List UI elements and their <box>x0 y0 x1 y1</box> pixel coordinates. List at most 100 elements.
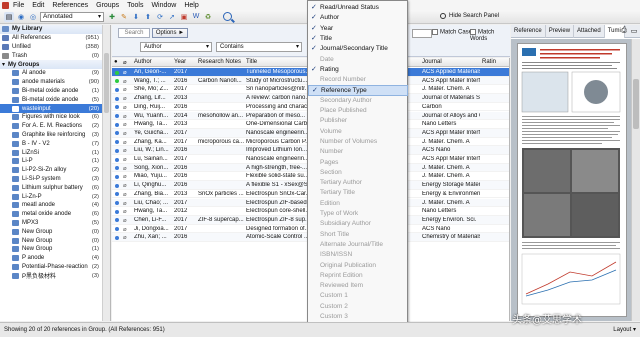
attachment-icon[interactable]: ⌀ <box>123 121 128 127</box>
attachment-icon[interactable]: ⌀ <box>123 173 128 179</box>
read-status-dot-icon[interactable] <box>115 218 119 223</box>
online-search-icon[interactable]: ◉ <box>16 12 26 22</box>
attachment-icon[interactable]: ⌀ <box>123 200 128 206</box>
library-item-all[interactable]: All References (951) <box>0 34 110 43</box>
read-status-dot-icon[interactable] <box>115 192 119 197</box>
column-option[interactable]: Section <box>308 168 408 178</box>
group-item[interactable]: P anode (4) <box>0 254 110 263</box>
attachment-icon[interactable]: ⌀ <box>123 165 128 171</box>
match-case-option[interactable]: Match Case <box>432 29 472 36</box>
attachment-icon[interactable]: ⌀ <box>123 104 128 110</box>
attachment-icon[interactable]: ⌀ <box>123 147 128 153</box>
group-item[interactable]: MPX3 (5) <box>0 219 110 228</box>
options-button[interactable]: Options ► <box>152 28 188 38</box>
column-option[interactable]: Number <box>308 147 408 157</box>
tab-reference[interactable]: Reference <box>511 25 546 38</box>
group-item[interactable]: New Group (1) <box>0 245 110 254</box>
column-author[interactable]: Author <box>134 59 152 65</box>
library-scrollbar[interactable] <box>102 25 110 321</box>
column-option[interactable]: Secondary Author <box>308 96 408 106</box>
column-option[interactable]: Place Published <box>308 106 408 116</box>
export-icon[interactable]: ⬆ <box>143 12 153 22</box>
attachment-icon[interactable]: ⌀ <box>123 78 128 84</box>
column-option[interactable]: Custom 3 <box>308 312 408 322</box>
column-option[interactable]: Reprint Edition <box>308 271 408 281</box>
read-status-dot-icon[interactable] <box>115 148 119 153</box>
read-status-column-icon[interactable]: ● <box>114 59 118 65</box>
library-item-unfiled[interactable]: Unfiled (358) <box>0 43 110 52</box>
read-status-dot-icon[interactable] <box>115 209 119 214</box>
menu-groups[interactable]: Groups <box>96 2 119 9</box>
attachment-icon[interactable]: ⌀ <box>123 139 128 145</box>
group-item[interactable]: Al anode (9) <box>0 69 110 78</box>
open-pdf-icon[interactable]: ▣ <box>179 12 189 22</box>
share-icon[interactable]: ♻ <box>203 12 213 22</box>
attachment-icon[interactable]: ⌀ <box>123 182 128 188</box>
search-button[interactable]: Search <box>118 28 150 38</box>
column-journal[interactable]: Journal <box>422 59 442 65</box>
local-library-icon[interactable]: ▤ <box>4 11 14 22</box>
column-option[interactable]: Custom 2 <box>308 302 408 312</box>
attachment-icon[interactable]: ⌀ <box>123 191 128 197</box>
column-research-notes[interactable]: Research Notes <box>198 59 241 65</box>
read-status-dot-icon[interactable] <box>115 183 119 188</box>
column-option[interactable]: Reviewed Item <box>308 281 408 291</box>
group-item[interactable]: metal oxide anode (6) <box>0 210 110 219</box>
group-item[interactable]: LiZnSi (1) <box>0 148 110 157</box>
column-option[interactable]: Tertiary Author <box>308 178 408 188</box>
save-pdf-icon[interactable]: ⎙ <box>620 27 628 35</box>
attachment-column-icon[interactable]: ⌀ <box>123 59 127 66</box>
column-option[interactable]: Alternate Journal/Title <box>308 240 408 250</box>
group-item[interactable]: P黑负极材料 (3) <box>0 271 110 280</box>
column-option[interactable]: Journal/Secondary Title <box>308 44 408 54</box>
column-option[interactable]: Custom 1 <box>308 291 408 301</box>
attachment-icon[interactable]: ⌀ <box>123 113 128 119</box>
read-status-dot-icon[interactable] <box>115 114 119 118</box>
read-status-dot-icon[interactable] <box>115 105 119 110</box>
attachment-icon[interactable]: ⌀ <box>123 156 128 162</box>
group-item[interactable]: Li-P (1) <box>0 157 110 166</box>
hide-search-panel-button[interactable]: Hide Search Panel <box>440 13 499 19</box>
output-style-select[interactable]: Annotated <box>40 11 104 22</box>
column-option[interactable]: Pages <box>308 158 408 168</box>
group-item[interactable]: Potential-Phase-reaction (2) <box>0 263 110 272</box>
attachment-icon[interactable]: ⌀ <box>123 226 128 232</box>
column-option[interactable]: Publisher <box>308 116 408 126</box>
attachment-icon[interactable]: ⌀ <box>123 130 128 136</box>
integrated-library-icon[interactable]: ◎ <box>28 12 38 22</box>
column-option[interactable]: Date <box>308 55 408 65</box>
match-words-option[interactable]: Match Words <box>470 29 510 42</box>
word-icon[interactable]: W <box>191 12 201 22</box>
menu-file[interactable]: File <box>13 2 24 9</box>
read-status-dot-icon[interactable] <box>115 122 119 127</box>
collapse-icon[interactable]: ▾ <box>2 61 5 68</box>
column-option[interactable]: Author <box>308 13 408 23</box>
match-case-checkbox[interactable] <box>432 29 438 35</box>
open-attachment-icon[interactable]: ▭ <box>630 27 638 35</box>
read-status-dot-icon[interactable] <box>115 70 119 75</box>
column-option[interactable]: Reference Type <box>308 85 408 97</box>
group-item[interactable]: anode materials (90) <box>0 78 110 87</box>
layout-button[interactable]: Layout ▾ <box>613 326 636 333</box>
column-rating[interactable]: Ratin <box>482 59 496 65</box>
group-item[interactable]: meatl anode (4) <box>0 201 110 210</box>
insert-citation-icon[interactable]: ✚ <box>107 12 117 22</box>
attachment-icon[interactable]: ⌀ <box>123 95 128 101</box>
read-status-dot-icon[interactable] <box>115 96 119 101</box>
group-item[interactable]: Bi-metal oxide anode (5) <box>0 95 110 104</box>
menu-references[interactable]: References <box>52 2 88 9</box>
read-status-dot-icon[interactable] <box>115 174 119 179</box>
read-status-dot-icon[interactable] <box>115 140 119 145</box>
search-operator-select[interactable]: Contains <box>216 42 302 52</box>
group-item[interactable]: New Group (0) <box>0 236 110 245</box>
column-option[interactable]: Rating <box>308 65 408 75</box>
menu-help[interactable]: Help <box>184 2 198 9</box>
find-fulltext-icon[interactable]: ⟳ <box>155 12 165 22</box>
quick-search-icon[interactable] <box>223 12 232 21</box>
column-option[interactable]: Record Number <box>308 75 408 85</box>
column-option[interactable]: Edition <box>308 199 408 209</box>
my-groups-header[interactable]: ▾ My Groups <box>0 60 110 69</box>
pdf-viewer[interactable] <box>511 39 640 321</box>
read-status-dot-icon[interactable] <box>115 227 119 232</box>
group-item[interactable]: Lithium sulphur battery (6) <box>0 183 110 192</box>
